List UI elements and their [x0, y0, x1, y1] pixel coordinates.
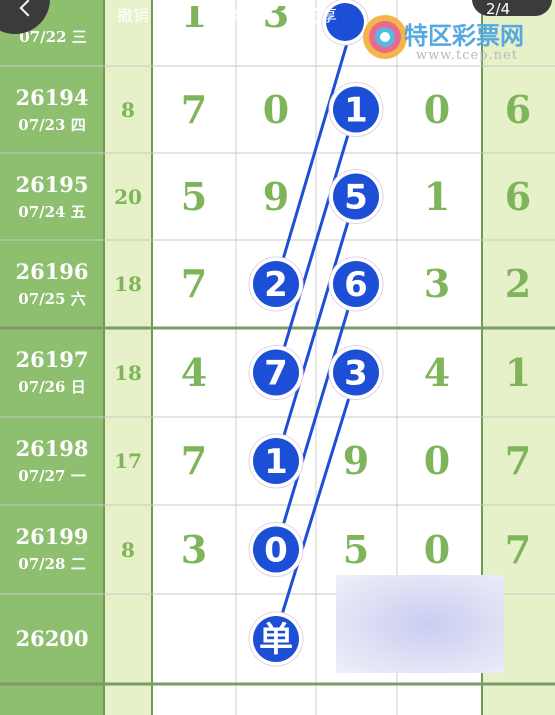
digit-marker: 2 — [248, 256, 304, 312]
watermark: 特区彩票网 www.tcep.net — [360, 10, 550, 70]
digit-marker: 1 — [248, 433, 304, 489]
digit-marker: 1 — [328, 82, 384, 137]
brand-logo-icon — [363, 15, 407, 59]
connector-line — [274, 39, 350, 284]
brand-url: www.tcep.net — [416, 48, 518, 63]
marker-digit: 2 — [264, 265, 288, 305]
chart-stage: 07/22 三 1 3 26194 07/23 四 8 7 0 0 6 26195 07/24 … — [0, 0, 555, 715]
marker-digit: 单 — [259, 620, 293, 660]
brand-name: 特区彩票网 — [404, 22, 524, 50]
digit-marker: 单 — [248, 611, 304, 667]
share-button[interactable]: 分享 — [305, 2, 337, 26]
marker-digit: 6 — [344, 265, 368, 305]
digit-marker: 7 — [248, 345, 304, 400]
undo-button[interactable]: 撤销 — [117, 2, 149, 26]
digit-marker: 0 — [248, 522, 304, 577]
marker-digit: 5 — [344, 178, 368, 218]
marker-digit: 3 — [344, 354, 368, 394]
digit-marker: 6 — [328, 256, 384, 312]
chevron-left-icon — [19, 0, 37, 17]
marker-digit: 7 — [264, 354, 288, 394]
marker-digit: 0 — [264, 531, 288, 571]
marker-digit: 1 — [344, 91, 368, 131]
marker-digit: 1 — [264, 442, 288, 482]
blurred-overlay — [336, 575, 504, 673]
digit-marker: 3 — [328, 345, 384, 400]
clear-button[interactable]: 清除 — [212, 2, 244, 26]
connector-line — [274, 194, 358, 463]
digit-marker: 5 — [328, 169, 384, 224]
